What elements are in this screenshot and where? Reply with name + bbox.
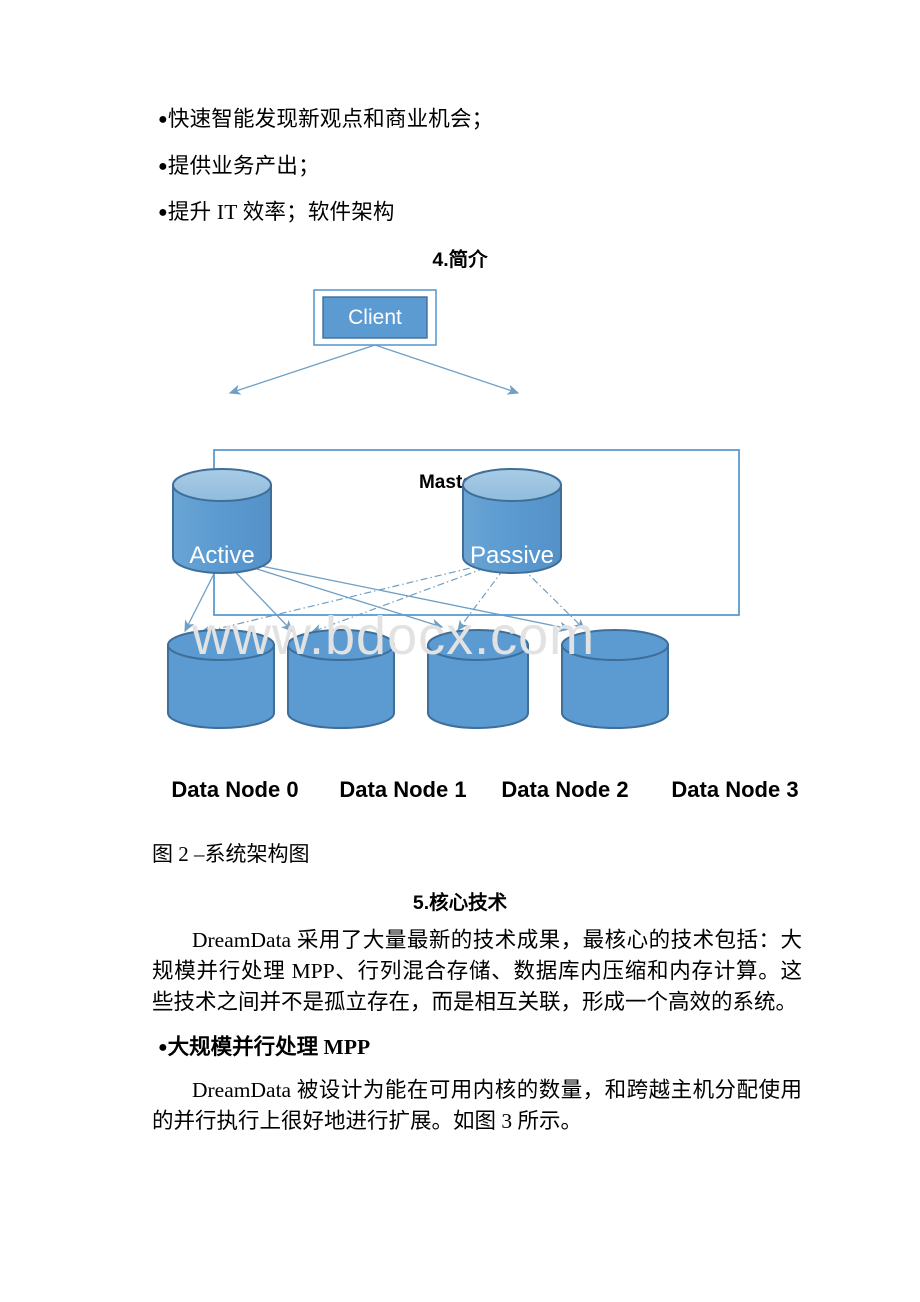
bullet-item-2: ●提供业务产出； xyxy=(158,154,320,179)
active-cylinder: Active xyxy=(172,468,272,574)
data-node-2-cylinder xyxy=(427,629,529,729)
connector-client-to-passive xyxy=(374,344,520,395)
bullet-item-mpp-label: 大规模并行处理 MPP xyxy=(167,1035,371,1059)
passive-cylinder: Passive xyxy=(462,468,562,574)
bullet-item-3: ●提升 IT 效率；软件架构 xyxy=(158,200,395,225)
bullet-marker-icon: ● xyxy=(158,158,168,175)
bullet-item-1: ●快速智能发现新观点和商业机会； xyxy=(158,107,494,132)
data-node-0-label: Data Node 0 xyxy=(171,777,298,802)
paragraph-mpp-text: DreamData 被设计为能在可用内核的数量，和跨越主机分配使用的并行执行上很… xyxy=(152,1078,802,1133)
data-node-3-label: Data Node 3 xyxy=(671,777,798,802)
data-node-1-cylinder xyxy=(287,629,395,729)
document-page: ●快速智能发现新观点和商业机会； ●提供业务产出； ●提升 IT 效率；软件架构… xyxy=(0,0,920,1302)
paragraph-core-technology: DreamData 采用了大量最新的技术成果，最核心的技术包括：大规模并行处理 … xyxy=(152,925,802,1018)
architecture-diagram: Client Master Node Active Passive xyxy=(160,285,810,815)
paragraph-mpp: DreamData 被设计为能在可用内核的数量，和跨越主机分配使用的并行执行上很… xyxy=(152,1075,802,1137)
data-node-1-label: Data Node 1 xyxy=(339,777,466,802)
bullet-marker-icon: ● xyxy=(158,204,168,221)
heading-core-technology: 5.核心技术 xyxy=(412,892,508,914)
bullet-item-3-label: 提升 IT 效率；软件架构 xyxy=(167,200,395,224)
figure-caption: 图 2 –系统架构图 xyxy=(152,842,310,866)
bullet-marker-icon: ● xyxy=(158,111,168,128)
data-node-0-cylinder xyxy=(167,629,275,729)
bullet-item-mpp: ●大规模并行处理 MPP xyxy=(158,1030,370,1061)
heading-introduction: 4.简介 xyxy=(432,249,488,271)
bullet-marker-icon: ● xyxy=(158,1039,168,1056)
client-label: Client xyxy=(348,306,402,329)
bullet-item-2-label: 提供业务产出； xyxy=(167,154,320,178)
paragraph-core-technology-text: DreamData 采用了大量最新的技术成果，最核心的技术包括：大规模并行处理 … xyxy=(152,928,802,1014)
bullet-item-1-label: 快速智能发现新观点和商业机会； xyxy=(167,107,494,131)
connector-client-to-active xyxy=(228,344,376,395)
data-node-2-label: Data Node 2 xyxy=(501,777,628,802)
data-node-3-cylinder xyxy=(561,629,669,729)
passive-label: Passive xyxy=(470,542,554,569)
active-label: Active xyxy=(189,542,254,569)
